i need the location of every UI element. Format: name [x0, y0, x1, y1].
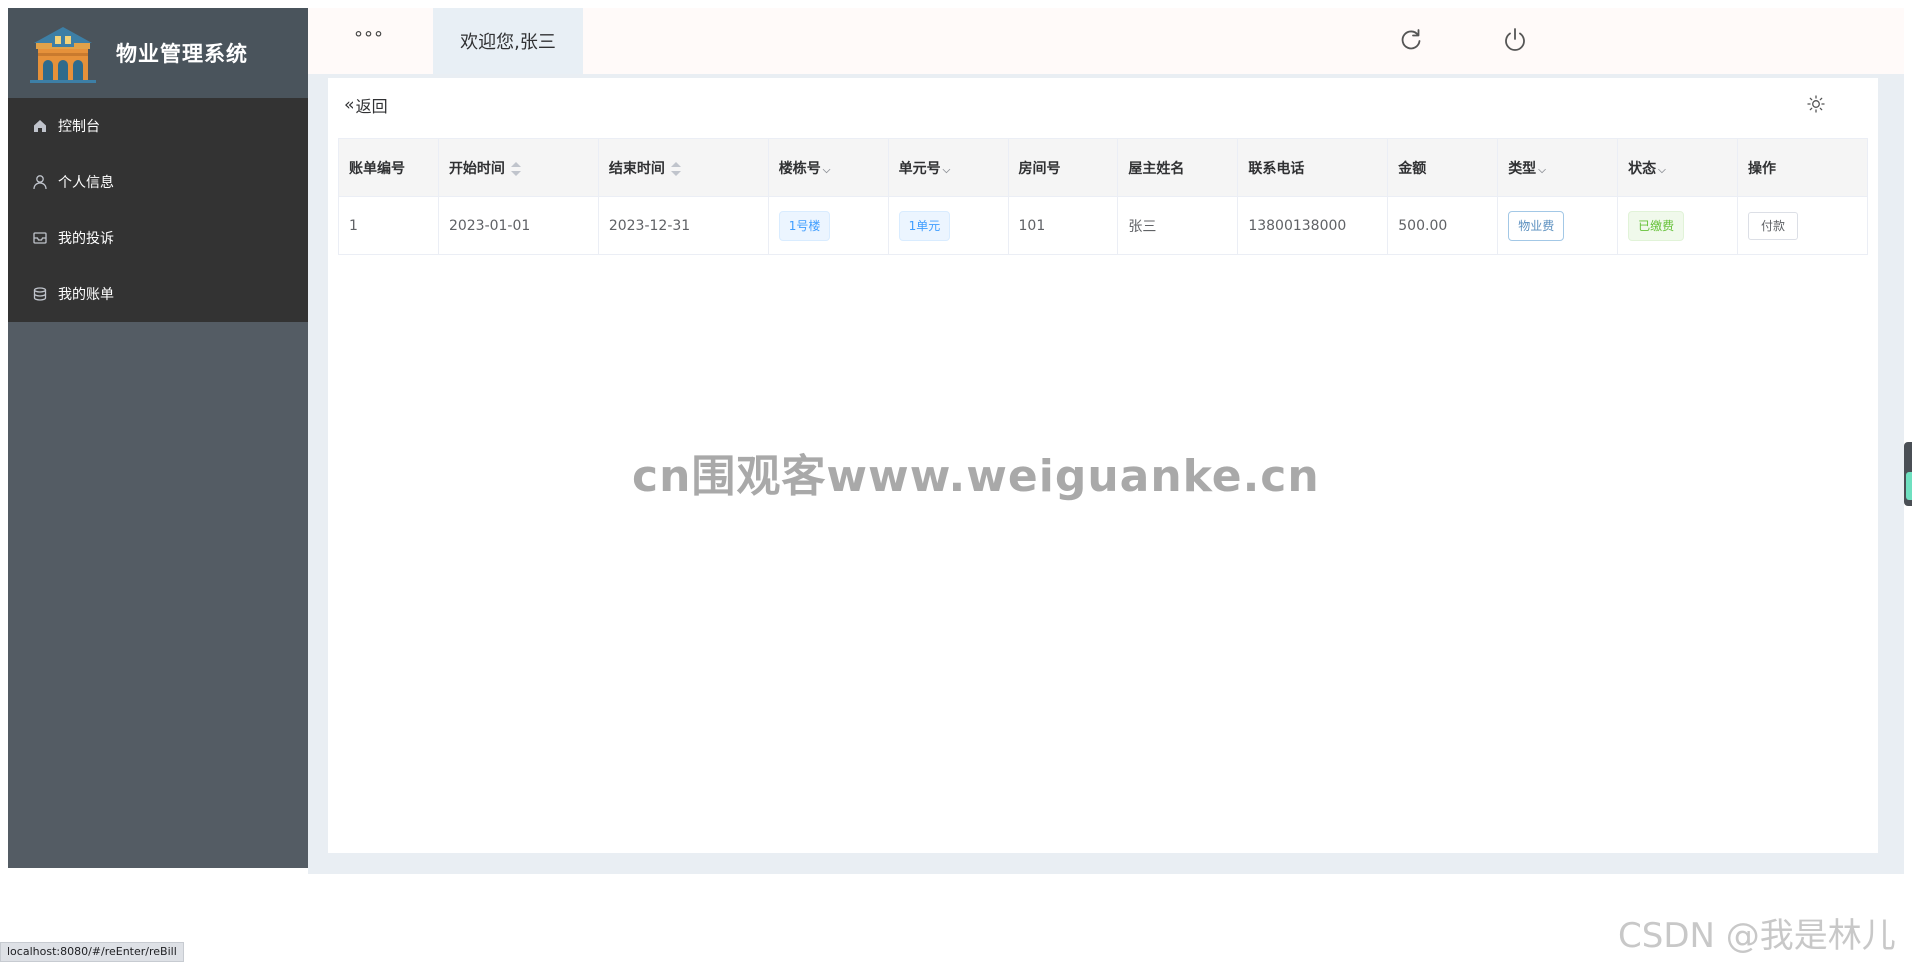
col-start-time[interactable]: 开始时间: [437, 138, 599, 197]
table-header: 账单编号 开始时间 结束时间 楼栋号 ⌵ 单元号 ⌵ 房间号 屋主姓名 联系电话 金…: [338, 138, 1868, 197]
sidebar-item-profile[interactable]: 个人信息: [8, 154, 308, 210]
pay-button[interactable]: 付款: [1748, 211, 1799, 240]
cell-room: 101: [1007, 196, 1119, 255]
cell-amount: 500.00: [1387, 196, 1499, 255]
back-label: 返回: [355, 97, 388, 116]
browser-status-url: localhost:8080/#/reEnter/reBill: [0, 942, 184, 962]
filter-arrow-icon[interactable]: ⌵: [943, 165, 951, 176]
sidebar-item-bills[interactable]: 我的账单: [8, 266, 308, 322]
sidebar-item-label: 我的投诉: [58, 231, 114, 247]
bill-table: 账单编号 开始时间 结束时间 楼栋号 ⌵ 单元号 ⌵ 房间号 屋主姓名 联系电话 金…: [338, 138, 1868, 255]
cell-building: 1号楼: [767, 196, 889, 255]
sidebar-item-dashboard[interactable]: 控制台: [8, 98, 308, 154]
col-amount: 金额: [1387, 138, 1499, 197]
home-icon: [34, 120, 46, 132]
col-type[interactable]: 类型 ⌵: [1497, 138, 1619, 197]
side-scroll-handle[interactable]: [1904, 442, 1912, 506]
table-header-row: 账单编号 开始时间 结束时间 楼栋号 ⌵ 单元号 ⌵ 房间号 屋主姓名 联系电话 金…: [338, 138, 1868, 197]
sort-caret-icon[interactable]: [670, 161, 681, 176]
inbox-icon: [33, 232, 47, 244]
status-badge: 已缴费: [1628, 210, 1685, 241]
filter-arrow-icon[interactable]: ⌵: [1658, 165, 1666, 176]
watermark-text: cn围观客www.weiguanke.cn: [632, 451, 1320, 502]
brand: 物业管理系统: [8, 8, 308, 98]
filter-arrow-icon[interactable]: ⌵: [1538, 165, 1546, 176]
top-header: °°° 欢迎您,张三: [308, 8, 1904, 74]
back-button[interactable]: ‹‹ 返回: [344, 93, 388, 117]
building-tag: 1号楼: [778, 210, 831, 241]
more-menu-button[interactable]: °°°: [354, 28, 384, 49]
col-actions: 操作: [1737, 138, 1868, 197]
table-row: 1 2023-01-01 2023-12-31 1号楼 1单元 101 张三 1…: [338, 196, 1868, 255]
cell-phone: 13800138000: [1237, 196, 1389, 255]
sidebar-item-label: 控制台: [58, 119, 100, 135]
refresh-icon[interactable]: [1397, 26, 1425, 54]
sidebar-menu: 控制台 个人信息 我的投诉 我的账单: [8, 98, 308, 322]
cell-unit: 1单元: [887, 196, 1009, 255]
sort-caret-icon[interactable]: [510, 161, 521, 176]
col-owner: 屋主姓名: [1117, 138, 1239, 197]
welcome-tab: 欢迎您,张三: [433, 8, 583, 74]
coins-icon: [33, 287, 47, 301]
credit-watermark: CSDN @我是林儿: [1618, 916, 1896, 956]
sidebar-item-label: 我的账单: [58, 287, 114, 303]
sidebar-item-label: 个人信息: [58, 175, 114, 191]
cell-bill-id: 1: [338, 196, 439, 255]
cell-end-time: 2023-12-31: [597, 196, 769, 255]
building-logo-icon: [30, 27, 96, 83]
col-room: 房间号: [1007, 138, 1119, 197]
filter-arrow-icon[interactable]: ⌵: [823, 165, 831, 176]
sun-icon[interactable]: [1806, 94, 1826, 114]
cell-status: 已缴费: [1617, 196, 1738, 255]
cell-actions: 付款: [1737, 196, 1868, 255]
col-building[interactable]: 楼栋号 ⌵: [767, 138, 889, 197]
col-unit[interactable]: 单元号 ⌵: [887, 138, 1009, 197]
app-title: 物业管理系统: [116, 42, 248, 66]
sidebar-item-complaints[interactable]: 我的投诉: [8, 210, 308, 266]
col-phone: 联系电话: [1237, 138, 1389, 197]
type-tag: 物业费: [1508, 210, 1565, 241]
cell-start-time: 2023-01-01: [437, 196, 599, 255]
col-end-time[interactable]: 结束时间: [597, 138, 769, 197]
cell-owner: 张三: [1117, 196, 1239, 255]
user-icon: [33, 175, 47, 190]
col-bill-id: 账单编号: [338, 138, 439, 197]
col-status[interactable]: 状态 ⌵: [1617, 138, 1738, 197]
welcome-text: 欢迎您,张三: [460, 32, 556, 53]
sidebar: 物业管理系统 控制台 个人信息 我的投诉 我的账单: [8, 8, 308, 868]
cell-type: 物业费: [1497, 196, 1619, 255]
double-chevron-left-icon: ‹‹: [344, 95, 354, 115]
power-icon[interactable]: [1501, 26, 1529, 54]
unit-tag: 1单元: [898, 210, 951, 241]
